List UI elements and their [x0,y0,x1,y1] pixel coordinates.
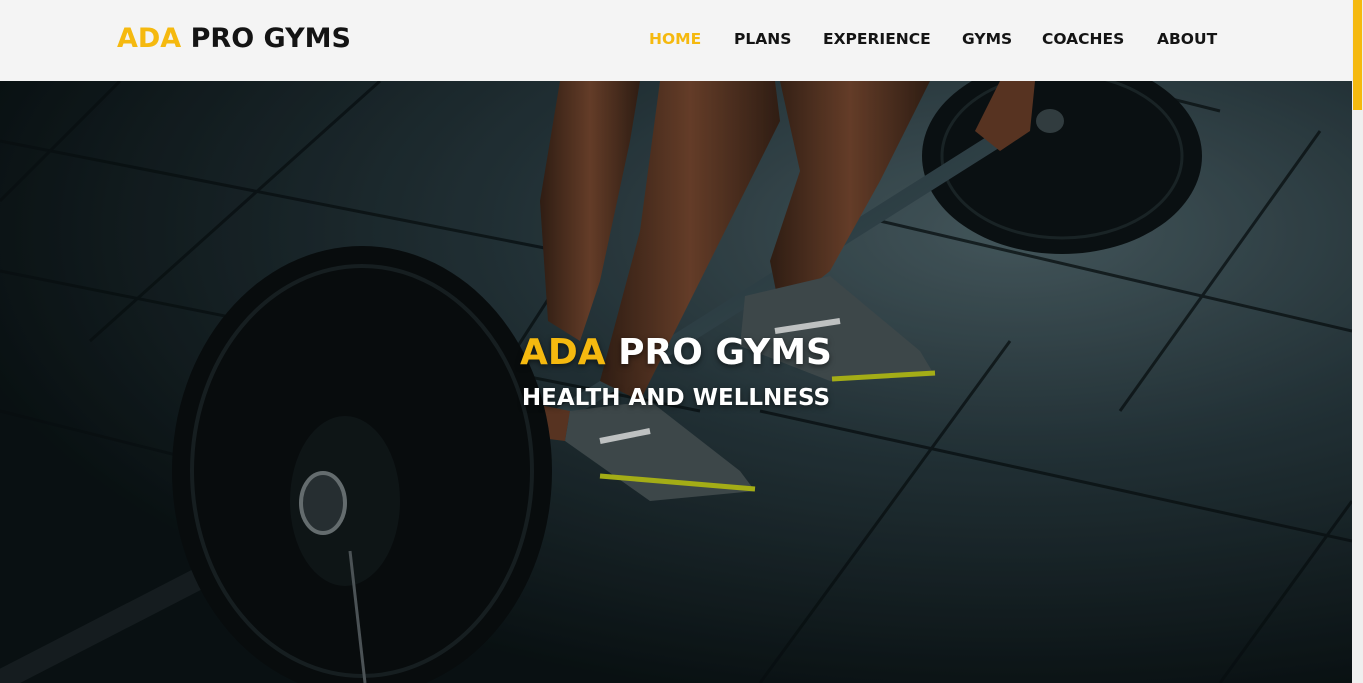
nav-item-plans[interactable]: PLANS [734,28,791,50]
brand-rest: PRO GYMS [181,23,351,54]
nav-item-coaches[interactable]: COACHES [1042,28,1124,50]
hero-banner: ADA PRO GYMS HEALTH AND WELLNESS [0,81,1352,683]
main-nav: HOME PLANS EXPERIENCE GYMS COACHES ABOUT [630,28,1240,50]
nav-item-experience[interactable]: EXPERIENCE [823,28,931,50]
scrollbar-thumb[interactable] [1353,0,1362,110]
nav-item-about[interactable]: ABOUT [1157,28,1217,50]
brand-logo[interactable]: ADA PRO GYMS [117,22,351,56]
hero-title: ADA PRO GYMS [0,331,1352,375]
page: ADA PRO GYMS HOME PLANS EXPERIENCE GYMS … [0,0,1363,683]
top-navbar: ADA PRO GYMS HOME PLANS EXPERIENCE GYMS … [0,0,1352,81]
hero-title-rest: PRO GYMS [605,332,832,373]
nav-item-gyms[interactable]: GYMS [962,28,1012,50]
hero-text-block: ADA PRO GYMS HEALTH AND WELLNESS [0,331,1352,413]
nav-item-home[interactable]: HOME [649,28,701,50]
hero-subtitle: HEALTH AND WELLNESS [521,385,831,411]
brand-accent: ADA [117,23,182,54]
hero-title-accent: ADA [520,332,606,373]
page-scrollbar[interactable] [1352,0,1363,683]
